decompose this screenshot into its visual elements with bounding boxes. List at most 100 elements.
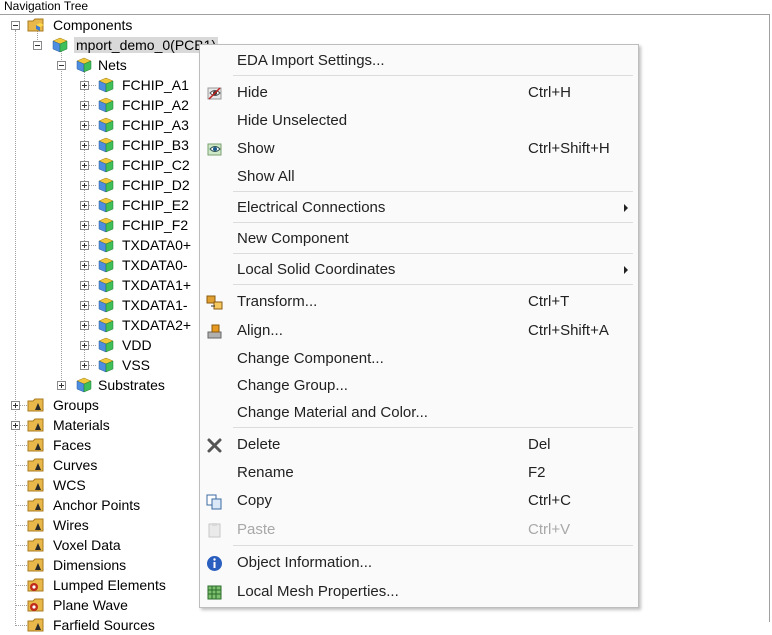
menu-item-hide-unselected[interactable]: Hide Unselected — [200, 108, 638, 134]
expander-groups[interactable] — [11, 401, 20, 410]
tree-item-curves[interactable]: Curves — [53, 455, 97, 475]
menu-item-copy[interactable]: Copy Ctrl+C — [200, 488, 638, 514]
menu-item-shortcut: Ctrl+T — [528, 293, 570, 310]
menu-item-rename[interactable]: Rename F2 — [200, 460, 638, 486]
menu-item-show-all[interactable]: Show All — [200, 164, 638, 190]
menu-item-change-group[interactable]: Change Group... — [200, 373, 638, 399]
menu-item-label: Show All — [237, 168, 295, 185]
tree-item-farfield-sources[interactable]: Farfield Sources — [53, 615, 155, 635]
tree-item-net[interactable]: FCHIP_D2 — [122, 175, 190, 195]
tree-item-components[interactable]: Components — [53, 15, 132, 35]
tree-item-label: FCHIP_A2 — [122, 97, 189, 113]
tree-item-materials[interactable]: Materials — [53, 415, 110, 435]
expander-net[interactable] — [80, 161, 89, 170]
tree-item-net[interactable]: TXDATA1+ — [122, 275, 191, 295]
expander-net[interactable] — [80, 321, 89, 330]
expander-net[interactable] — [80, 181, 89, 190]
tree-item-net[interactable]: FCHIP_A1 — [122, 75, 189, 95]
menu-item-eda-import-settings[interactable]: EDA Import Settings... — [200, 48, 638, 74]
menu-item-shortcut: Del — [528, 436, 551, 453]
menu-item-align[interactable]: Align... Ctrl+Shift+A — [200, 318, 638, 344]
tree-item-net[interactable]: TXDATA2+ — [122, 315, 191, 335]
expander-net[interactable] — [80, 141, 89, 150]
expander-net[interactable] — [80, 121, 89, 130]
menu-item-label: Transform... — [237, 293, 318, 310]
expander-net[interactable] — [80, 241, 89, 250]
nets-cube-icon — [76, 57, 92, 73]
tree-item-plane-wave[interactable]: Plane Wave — [53, 595, 128, 615]
tree-item-net[interactable]: TXDATA0+ — [122, 235, 191, 255]
tree-item-wcs[interactable]: WCS — [53, 475, 86, 495]
menu-item-object-information[interactable]: Object Information... — [200, 550, 638, 576]
menu-item-transform[interactable]: Transform... Ctrl+T — [200, 289, 638, 315]
menu-item-label: Local Solid Coordinates — [237, 261, 396, 278]
net-cube-icon — [98, 357, 114, 373]
tree-item-anchor-points[interactable]: Anchor Points — [53, 495, 140, 515]
net-cube-icon — [98, 157, 114, 173]
menu-item-local-mesh-properties[interactable]: Local Mesh Properties... — [200, 579, 638, 605]
transform-icon — [206, 295, 223, 310]
menu-item-electrical-connections[interactable]: Electrical Connections — [200, 195, 638, 221]
tree-item-faces[interactable]: Faces — [53, 435, 91, 455]
tree-item-label: TXDATA0- — [122, 257, 188, 273]
submenu-arrow-icon — [624, 204, 628, 212]
menu-item-new-component[interactable]: New Component — [200, 226, 638, 252]
menu-item-change-material-and-color[interactable]: Change Material and Color... — [200, 400, 638, 426]
tree-item-wires[interactable]: Wires — [53, 515, 89, 535]
menu-item-shortcut: Ctrl+C — [528, 492, 571, 509]
tree-item-label: Groups — [53, 397, 99, 413]
menu-item-label: Copy — [237, 492, 273, 509]
expander-components[interactable] — [11, 21, 20, 30]
tree-item-net[interactable]: FCHIP_E2 — [122, 195, 189, 215]
expander-net[interactable] — [80, 201, 89, 210]
tree-item-net[interactable]: FCHIP_B3 — [122, 135, 189, 155]
expander-net[interactable] — [80, 101, 89, 110]
expander-nets[interactable] — [57, 61, 66, 70]
tree-item-groups[interactable]: Groups — [53, 395, 99, 415]
tree-item-net[interactable]: VDD — [122, 335, 152, 355]
tree-item-lumped-elements[interactable]: Lumped Elements — [53, 575, 166, 595]
tree-item-net[interactable]: FCHIP_C2 — [122, 155, 190, 175]
tree-item-label: FCHIP_A3 — [122, 117, 189, 133]
tree-item-label: TXDATA2+ — [122, 317, 192, 333]
tree-item-dimensions[interactable]: Dimensions — [53, 555, 126, 575]
menu-item-hide[interactable]: Hide Ctrl+H — [200, 80, 638, 106]
expander-net[interactable] — [80, 221, 89, 230]
expander-net[interactable] — [80, 281, 89, 290]
expander-net[interactable] — [80, 81, 89, 90]
expander-net[interactable] — [80, 301, 89, 310]
tree-item-project[interactable]: mport_demo_0(PCB1) — [74, 35, 219, 55]
info-icon — [207, 556, 222, 571]
tree-item-label: TXDATA0+ — [122, 237, 192, 253]
expander-net[interactable] — [80, 341, 89, 350]
tree-item-label: Voxel Data — [53, 537, 121, 553]
expander-net[interactable] — [80, 261, 89, 270]
expander-substrates[interactable] — [57, 381, 66, 390]
tree-item-substrates[interactable]: Substrates — [98, 375, 165, 395]
tree-item-net[interactable]: FCHIP_F2 — [122, 215, 188, 235]
tree-item-net[interactable]: FCHIP_A3 — [122, 115, 189, 135]
folder-icon — [27, 478, 44, 492]
expander-project[interactable] — [33, 41, 42, 50]
tree-guide-line — [15, 485, 27, 486]
tree-item-net[interactable]: TXDATA0- — [122, 255, 188, 275]
tree-item-net[interactable]: VSS — [122, 355, 150, 375]
net-cube-icon — [98, 117, 114, 133]
menu-item-delete[interactable]: Delete Del — [200, 432, 638, 458]
menu-item-local-solid-coordinates[interactable]: Local Solid Coordinates — [200, 257, 638, 283]
tree-item-nets[interactable]: Nets — [98, 55, 127, 75]
folder-components-icon — [27, 18, 44, 32]
menu-item-label: Electrical Connections — [237, 199, 386, 216]
tree-item-label: Materials — [53, 417, 110, 433]
tree-item-net[interactable]: FCHIP_A2 — [122, 95, 189, 115]
tree-item-voxel-data[interactable]: Voxel Data — [53, 535, 121, 555]
tree-guide-line — [15, 625, 27, 626]
tree-item-net[interactable]: TXDATA1- — [122, 295, 188, 315]
expander-materials[interactable] — [11, 421, 20, 430]
menu-item-change-component[interactable]: Change Component... — [200, 346, 638, 372]
submenu-arrow-icon — [624, 266, 628, 274]
menu-separator — [233, 427, 633, 428]
menu-item-show[interactable]: Show Ctrl+Shift+H — [200, 136, 638, 162]
expander-net[interactable] — [80, 361, 89, 370]
net-cube-icon — [98, 297, 114, 313]
